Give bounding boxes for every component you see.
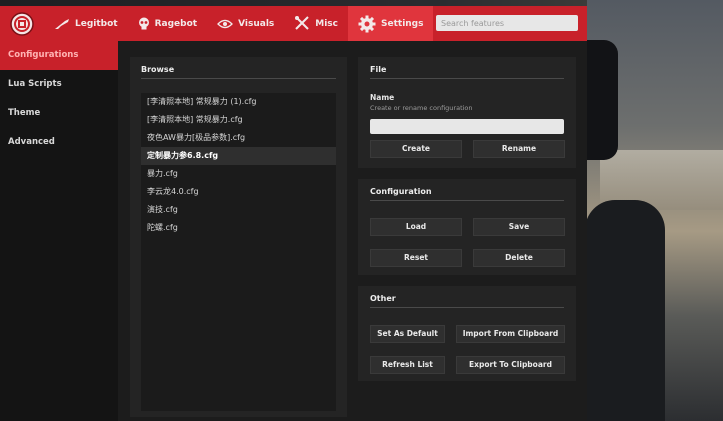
sidebar-item-advanced[interactable]: Advanced [0,128,118,157]
config-file-item[interactable]: [李清照本地] 常规暴力 (1).cfg [141,93,336,111]
save-button[interactable]: Save [473,218,565,236]
config-file-list[interactable]: [李清照本地] 常规暴力 (1).cfg [李清照本地] 常规暴力.cfg 夜色… [141,93,336,411]
refresh-list-button[interactable]: Refresh List [370,356,445,374]
gear-icon [358,15,376,33]
tab-legitbot[interactable]: Legitbot [44,6,128,41]
logo-icon [0,6,44,41]
load-button[interactable]: Load [370,218,462,236]
sidebar-item-configurations[interactable]: Configurations [0,41,118,70]
tab-label: Legitbot [75,18,118,29]
tab-misc[interactable]: Misc [284,6,348,41]
file-panel: File Name Create or rename configuration… [358,57,576,168]
other-panel: Other Set As Default Import From Clipboa… [358,286,576,381]
tab-label: Visuals [238,18,275,29]
tab-ragebot[interactable]: Ragebot [128,6,207,41]
rifle-icon [54,18,70,30]
sidebar-item-label: Theme [8,108,41,118]
name-label: Name [370,93,395,102]
sidebar-item-label: Advanced [8,137,55,147]
skull-icon [138,17,150,30]
config-file-item[interactable]: 暴力.cfg [141,165,336,183]
cheat-menu-window: Legitbot Ragebot Visuals Misc Settings S… [0,6,587,421]
top-navigation-bar: Legitbot Ragebot Visuals Misc Settings S… [0,6,587,41]
browse-panel: Browse [李清照本地] 常规暴力 (1).cfg [李清照本地] 常规暴力… [130,57,347,417]
game-background-player [585,200,665,421]
rename-button[interactable]: Rename [473,140,565,158]
tab-label: Ragebot [154,18,198,29]
config-file-item[interactable]: 李云龙4.0.cfg [141,183,336,201]
sidebar-item-theme[interactable]: Theme [0,99,118,128]
configuration-title: Configuration [370,179,564,201]
other-title: Other [370,286,564,308]
tab-label: Misc [315,18,338,29]
sidebar-item-label: Lua Scripts [8,79,62,89]
config-file-item[interactable]: 夜色AW暴力[极品参数].cfg [141,129,336,147]
file-title: File [370,57,564,79]
tab-settings[interactable]: Settings [348,6,434,41]
config-file-item-selected[interactable]: 定制暴力参6.8.cfg [141,147,336,165]
search-input[interactable] [436,15,578,31]
reset-button[interactable]: Reset [370,249,462,267]
eye-icon [217,19,234,29]
content-area: Browse [李清照本地] 常规暴力 (1).cfg [李清照本地] 常规暴力… [118,41,587,421]
tab-label: Settings [381,18,424,29]
config-file-item[interactable]: 陀螺.cfg [141,219,336,237]
config-name-input[interactable] [370,119,564,134]
create-button[interactable]: Create [370,140,462,158]
import-from-clipboard-button[interactable]: Import From Clipboard [456,325,565,343]
tab-visuals[interactable]: Visuals [207,6,284,41]
browse-title: Browse [141,57,336,79]
config-file-item[interactable]: 演技.cfg [141,201,336,219]
delete-button[interactable]: Delete [473,249,565,267]
sidebar: Configurations Lua Scripts Theme Advance… [0,41,118,421]
name-hint: Create or rename configuration [370,104,473,112]
export-to-clipboard-button[interactable]: Export To Clipboard [456,356,565,374]
configuration-panel: Configuration Load Save Reset Delete [358,179,576,275]
set-as-default-button[interactable]: Set As Default [370,325,445,343]
sidebar-item-lua-scripts[interactable]: Lua Scripts [0,70,118,99]
tools-icon [294,16,310,31]
sidebar-item-label: Configurations [8,50,79,60]
config-file-item[interactable]: [李清照本地] 常规暴力.cfg [141,111,336,129]
